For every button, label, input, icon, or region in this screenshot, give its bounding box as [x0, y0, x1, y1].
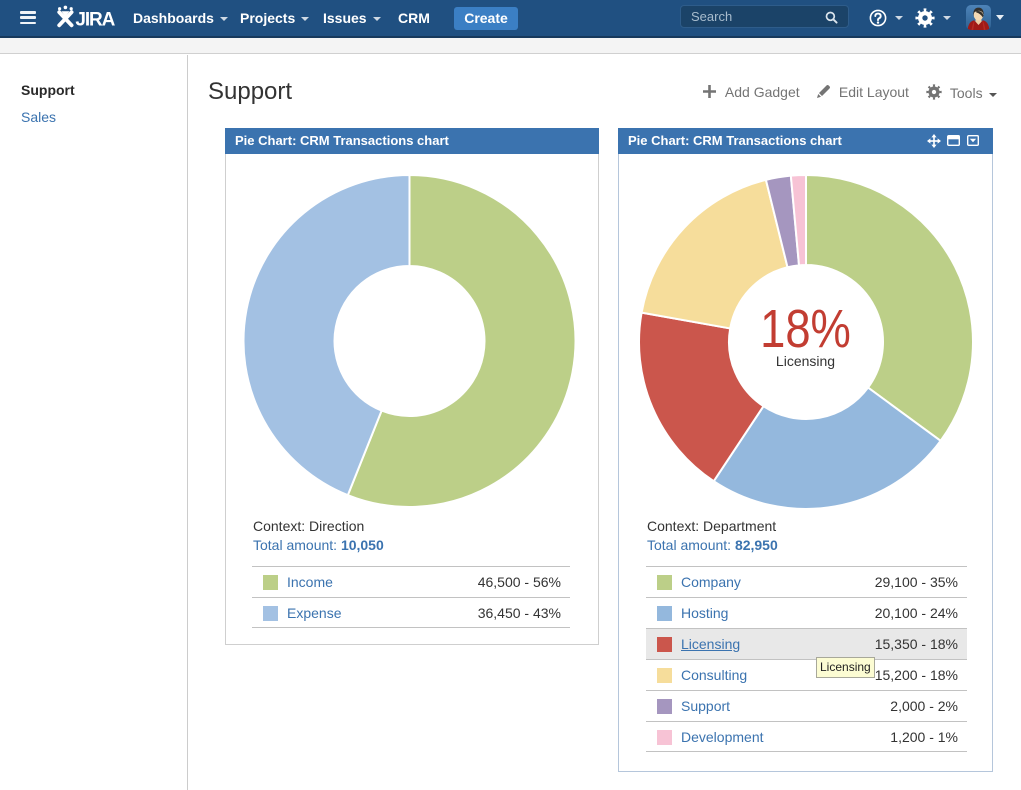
svg-text:JIRA: JIRA [75, 10, 115, 31]
